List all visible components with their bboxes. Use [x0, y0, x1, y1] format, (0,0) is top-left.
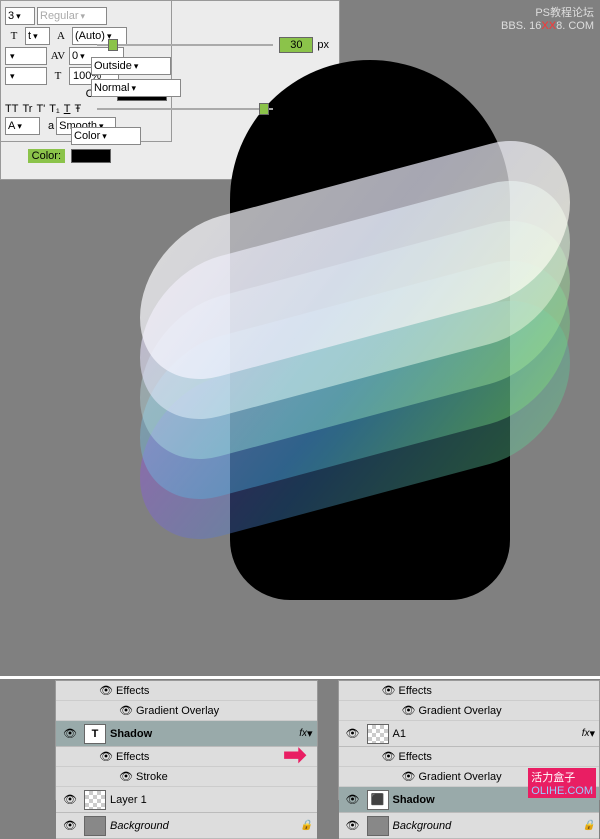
visibility-icon[interactable]: 👁 [399, 770, 419, 783]
visibility-icon[interactable]: 👁 [96, 684, 116, 697]
visibility-icon[interactable]: 👁 [379, 684, 399, 697]
source-watermark: 活力盒子 OLIHE.COM [528, 768, 596, 798]
chevron-down-icon[interactable]: ▾ [589, 727, 595, 740]
position-dropdown[interactable]: Outside [91, 57, 171, 75]
small-caps[interactable]: T₁ [49, 103, 59, 115]
arrow-indicator: ➡ [283, 738, 306, 771]
visibility-icon[interactable]: 👁 [60, 819, 80, 832]
effects-label: Effects [399, 685, 432, 697]
layer-thumbnail [84, 816, 106, 836]
fx-icon[interactable]: fx [582, 728, 590, 739]
size-slider[interactable] [97, 44, 273, 46]
size-icon: T [5, 30, 23, 42]
font-size-dropdown[interactable]: 3 [5, 7, 35, 25]
leading-icon: A [52, 30, 70, 42]
layer-a1[interactable]: 👁 A1 fx ▾ [339, 721, 600, 747]
visibility-icon[interactable]: 👁 [399, 704, 419, 717]
lock-icon: 🔒 [300, 820, 312, 831]
visibility-icon[interactable]: 👁 [343, 727, 363, 740]
visibility-icon[interactable]: 👁 [96, 750, 116, 763]
layer-background[interactable]: 👁 Background 🔒 [339, 813, 600, 839]
font-style-dropdown[interactable]: Regular [37, 7, 107, 25]
hscale-dropdown[interactable] [5, 67, 47, 85]
tracking-icon: AV [49, 50, 67, 62]
language-dropdown[interactable]: A [5, 117, 40, 135]
gradient-overlay-label: Gradient Overlay [419, 771, 502, 783]
layer-name: Background [393, 820, 452, 832]
fill-type-dropdown[interactable]: Color [71, 127, 141, 145]
gradient-overlay-label: Gradient Overlay [419, 705, 502, 717]
effects-label: Effects [116, 751, 149, 763]
stroke-fx-label: Stroke [136, 771, 168, 783]
size-value-dropdown[interactable]: t [25, 27, 50, 45]
stroke-color-label: Color: [28, 149, 65, 163]
visibility-icon[interactable]: 👁 [116, 704, 136, 717]
lock-icon: 🔒 [583, 820, 595, 831]
glass-letter [140, 140, 570, 510]
all-caps[interactable]: T' [36, 103, 45, 115]
aa-label: a [48, 120, 54, 132]
effects-label: Effects [399, 751, 432, 763]
layer-layer1[interactable]: 👁 Layer 1 [56, 787, 317, 813]
visibility-icon[interactable]: 👁 [343, 819, 363, 832]
visibility-icon[interactable]: 👁 [116, 770, 136, 783]
layer-name: Background [110, 820, 169, 832]
layer-thumbnail [367, 724, 389, 744]
layer-name: Shadow [110, 728, 152, 740]
layer-shadow[interactable]: 👁 T Shadow fx ▾ [56, 721, 317, 747]
layer-thumbnail: T [84, 724, 106, 744]
canvas-artwork [80, 40, 560, 600]
vscale-icon: T [49, 70, 67, 82]
underline[interactable]: T [64, 103, 71, 115]
watermark-text: PS教程论坛 BBS. 16XX8. COM [501, 4, 594, 32]
visibility-icon[interactable]: 👁 [60, 727, 80, 740]
faux-bold[interactable]: TT [5, 103, 18, 115]
opacity-slider[interactable] [97, 108, 273, 110]
layer-name: A1 [393, 728, 406, 740]
section-divider [0, 676, 600, 679]
layers-panel-left: 👁Effects 👁Gradient Overlay 👁 T Shadow fx… [55, 680, 318, 800]
gradient-overlay-label: Gradient Overlay [136, 705, 219, 717]
chevron-down-icon[interactable]: ▾ [307, 727, 313, 740]
effects-label: Effects [116, 685, 149, 697]
visibility-icon[interactable]: 👁 [379, 750, 399, 763]
kerning-dropdown[interactable] [5, 47, 47, 65]
blend-mode-dropdown[interactable]: Normal [91, 79, 181, 97]
faux-italic[interactable]: Tr [22, 103, 32, 115]
layer-thumbnail [367, 816, 389, 836]
layer-background[interactable]: 👁 Background 🔒 [56, 813, 317, 839]
